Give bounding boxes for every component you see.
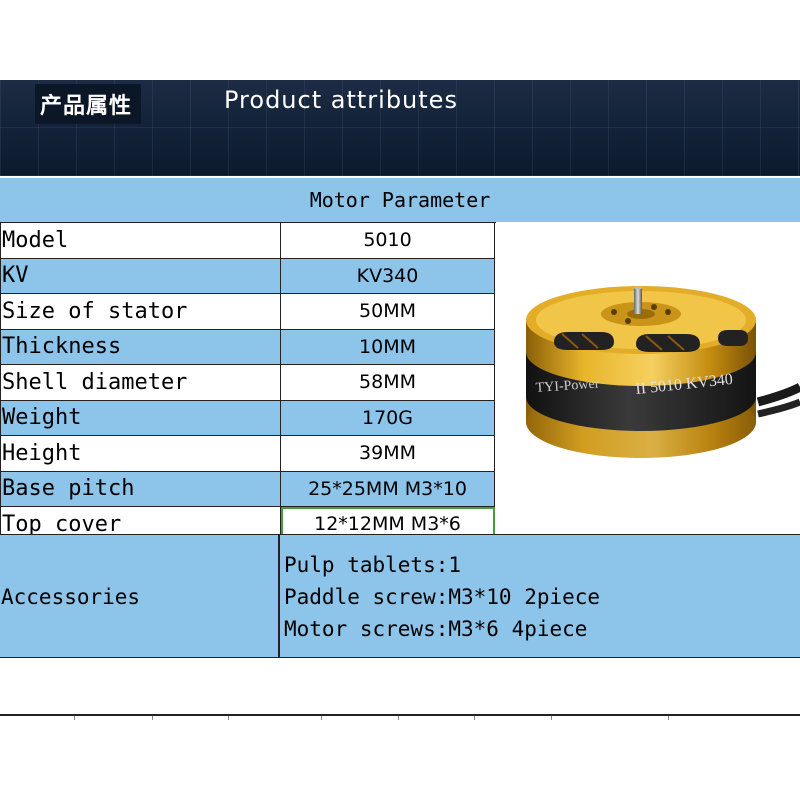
row-label: Weight [0, 399, 281, 436]
grid-tick [321, 716, 322, 720]
row-value: 10MM [280, 328, 495, 365]
accessory-item: Pulp tablets:1 [284, 553, 462, 577]
row-label: Thickness [0, 328, 281, 365]
motor-photo: TYI-Power II 5010 KV340 [496, 222, 800, 534]
table-row: Model 5010 [0, 222, 495, 259]
banner-title: Product attributes [224, 86, 458, 114]
grid-tick [474, 716, 475, 720]
row-value: 5010 [280, 222, 495, 259]
row-label: Height [0, 435, 281, 472]
grid-tick [228, 716, 229, 720]
grid-tick [152, 716, 153, 720]
row-label: KV [0, 257, 281, 294]
row-value: 170G [280, 399, 495, 436]
row-value: 39MM [280, 435, 495, 472]
row-value: 58MM [280, 364, 495, 401]
grid-tick [668, 716, 669, 720]
table-header-title: Motor Parameter [309, 188, 491, 212]
table-row: Thickness 10MM [0, 328, 495, 365]
table-row: Height 39MM [0, 435, 495, 472]
accessory-item: Motor screws:M3*6 4piece [284, 617, 588, 641]
table-header: Motor Parameter [0, 178, 800, 223]
bottom-divider [0, 714, 800, 716]
accessory-item: Paddle screw:M3*10 2piece [284, 585, 601, 609]
row-label: Base pitch [0, 470, 281, 507]
row-label: Size of stator [0, 293, 281, 330]
grid-tick [74, 716, 75, 720]
spec-table: Model 5010 KV KV340 Size of stator 50MM … [0, 222, 495, 543]
column-divider [278, 535, 280, 657]
row-label: Model [0, 222, 281, 259]
row-value: 25*25MM M3*10 [280, 470, 495, 507]
table-row: Base pitch 25*25MM M3*10 [0, 470, 495, 507]
grid-tick [398, 716, 399, 720]
header-banner: 产品属性 Product attributes [0, 80, 800, 176]
row-label: Shell diameter [0, 364, 281, 401]
row-value: 50MM [280, 293, 495, 330]
grid-tick [551, 716, 552, 720]
table-row: Weight 170G [0, 399, 495, 436]
row-value: KV340 [280, 257, 495, 294]
accessories-row: Accessories Pulp tablets:1 Paddle screw:… [0, 534, 800, 658]
accessories-label: Accessories [1, 585, 141, 609]
table-row: Shell diameter 58MM [0, 364, 495, 401]
table-row: Size of stator 50MM [0, 293, 495, 330]
table-row: KV KV340 [0, 257, 495, 294]
chinese-title: 产品属性 [40, 94, 133, 119]
motor-image: TYI-Power II 5010 KV340 [526, 286, 800, 458]
